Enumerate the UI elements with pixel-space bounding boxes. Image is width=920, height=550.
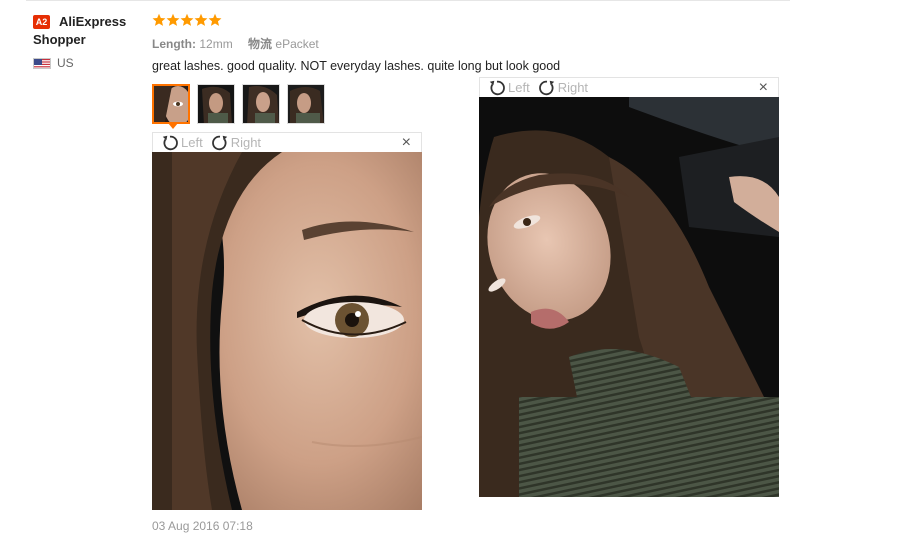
- star-icon: [166, 13, 180, 27]
- rotate-right-label: Right: [230, 135, 262, 150]
- rotate-left-label: Left: [508, 80, 530, 95]
- top-divider: [26, 0, 790, 1]
- rotate-right-button[interactable]: Right: [211, 134, 261, 152]
- star-icon: [180, 13, 194, 27]
- viewer-toolbar: Left Right ×: [479, 77, 779, 97]
- review-thumbnails: [152, 84, 332, 124]
- rotate-right-button[interactable]: Right: [538, 79, 588, 97]
- review-photo-large: [479, 97, 779, 497]
- rotate-left-button[interactable]: Left: [488, 79, 530, 97]
- rotate-right-icon: [211, 135, 227, 150]
- attr-value-shipping: ePacket: [275, 37, 319, 51]
- rating-stars: [152, 13, 222, 27]
- buyer-info: A2 AliExpress Shopper US: [33, 13, 143, 70]
- rotate-left-icon: [489, 80, 505, 95]
- star-icon: [194, 13, 208, 27]
- review-text: great lashes. good quality. NOT everyday…: [152, 59, 561, 73]
- buyer-name: AliExpress: [59, 14, 127, 29]
- rotate-right-label: Right: [557, 80, 589, 95]
- review-thumbnail[interactable]: [287, 84, 325, 124]
- country-code: US: [57, 56, 74, 70]
- product-attributes: Length: 12mm 物流 ePacket: [152, 35, 331, 52]
- close-viewer-button[interactable]: ×: [402, 134, 411, 152]
- attr-value-length: 12mm: [199, 37, 233, 51]
- rotate-right-icon: [538, 80, 554, 95]
- attr-key-shipping: 物流: [248, 37, 273, 51]
- review-photo-large: [152, 152, 422, 510]
- buyer-country: US: [33, 56, 143, 70]
- star-icon: [208, 13, 222, 27]
- rotate-left-icon: [162, 135, 178, 150]
- star-icon: [152, 13, 166, 27]
- us-flag-icon: [33, 57, 51, 69]
- attr-key-length: Length:: [152, 37, 196, 51]
- review-date: 03 Aug 2016 07:18: [152, 519, 253, 533]
- buyer-name-line2: Shopper: [33, 32, 86, 47]
- rotate-left-button[interactable]: Left: [161, 134, 203, 152]
- close-viewer-button[interactable]: ×: [759, 79, 768, 97]
- image-viewer-right: Left Right ×: [479, 77, 779, 497]
- rotate-left-label: Left: [181, 135, 203, 150]
- image-viewer-left: Left Right ×: [152, 132, 422, 510]
- buyer-level-badge: A2: [33, 15, 50, 29]
- review-thumbnail[interactable]: [242, 84, 280, 124]
- review-thumbnail[interactable]: [197, 84, 235, 124]
- viewer-toolbar: Left Right ×: [152, 132, 422, 152]
- review-thumbnail[interactable]: [152, 84, 190, 124]
- active-thumbnail-indicator: [168, 123, 178, 129]
